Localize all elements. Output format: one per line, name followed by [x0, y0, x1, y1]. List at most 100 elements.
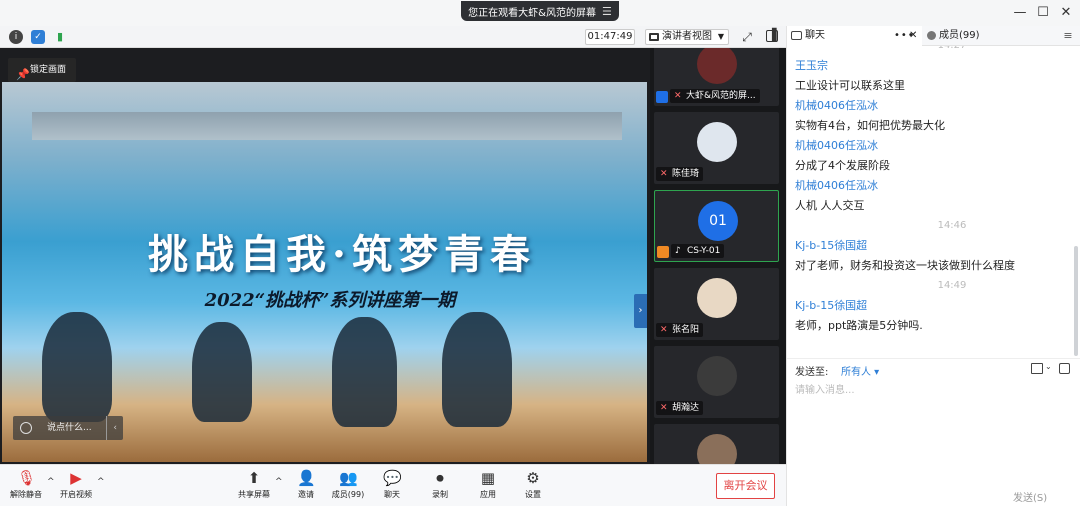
reaction-placeholder: 说点什么... [47, 423, 92, 433]
shared-screen-view[interactable]: 📌 锁定画面 挑战自我·筑梦青春 2022“挑战杯”系列讲座第一期 说点什么..… [0, 48, 650, 464]
avatar [697, 278, 737, 318]
mic-muted-icon: ✕ [674, 91, 682, 101]
participant-tile[interactable] [654, 424, 779, 464]
message-text: 对了老师，财务和投资这一块该做到什么程度 [795, 259, 1015, 272]
avatar [697, 122, 737, 162]
tab-members[interactable]: 成员(99) [923, 26, 1053, 46]
close-icon[interactable]: ✕ [909, 26, 917, 46]
menu-icon[interactable]: ☰ [602, 5, 612, 18]
record-icon: ⏺ [436, 469, 444, 487]
mic-muted-icon: ✕ [660, 325, 668, 335]
view-mode-select[interactable]: 演讲者视图 ▼ [645, 29, 729, 45]
message-sender[interactable]: 机械0406任泓冰 [787, 96, 1077, 116]
title-bar: 您正在观看大虾&风范的屏幕 ☰ — ☐ ✕ [0, 0, 1080, 26]
info-icon[interactable]: i [9, 30, 23, 44]
participant-name: 张名阳 [672, 325, 700, 335]
file-icon[interactable] [1031, 363, 1043, 374]
message-sender[interactable]: Kj-b-15徐国超 [787, 236, 1077, 256]
tab-members-label: 成员(99) [939, 30, 980, 41]
message-sender[interactable]: Kj-b-15徐国超 [787, 296, 1077, 316]
start-video-label: 开启视频 [60, 490, 92, 499]
participant-tile[interactable]: ✕ 大虾&风范的屏... [654, 48, 779, 106]
participant-tile[interactable]: ✕ 胡瀚达 [654, 346, 779, 418]
invite-button[interactable]: 👤 邀请 [282, 469, 330, 503]
leave-meeting-button[interactable]: 离开会议 [716, 473, 775, 499]
lock-screen-button[interactable]: 📌 锁定画面 [8, 58, 77, 82]
mic-icon: ♪ [675, 246, 681, 256]
share-banner[interactable]: 您正在观看大虾&风范的屏幕 ☰ [461, 1, 619, 21]
share-screen-button[interactable]: ⬆ 共享屏幕 [230, 469, 278, 503]
reaction-input[interactable]: 说点什么... ‹ [13, 416, 123, 440]
message-text: 实物有4台，如何把优势最大化 [795, 119, 945, 132]
message-sender[interactable]: 王玉宗 [787, 56, 1077, 76]
participant-strip: ✕ 大虾&风范的屏... ✕ 陈佳琦 01 ♪ CS-Y-01 ✕ 张名阳 ✕ … [650, 48, 786, 464]
slide-title: 挑战自我·筑梦青春 [148, 231, 536, 278]
settings-button[interactable]: ⚙ 设置 [509, 469, 557, 503]
message-time: 14:46 [937, 220, 967, 231]
message-sender[interactable]: 机械0406任泓冰 [787, 176, 1077, 196]
message-text: 老师，ppt路演是5分钟吗. [795, 319, 923, 332]
close-icon[interactable]: ✕ [1057, 4, 1075, 22]
chevron-up-icon[interactable]: ^ [97, 477, 105, 487]
record-button[interactable]: ⏺ 录制 [416, 469, 464, 503]
participant-name: 胡瀚达 [672, 403, 700, 413]
participant-tile[interactable]: ✕ 陈佳琦 [654, 112, 779, 184]
send-to-value: 所有人 [841, 367, 871, 378]
maximize-icon[interactable]: ☐ [1034, 4, 1052, 22]
slide-silhouette [42, 312, 112, 422]
avatar: 01 [698, 201, 738, 241]
message-text: 工业设计可以联系这里 [795, 79, 905, 92]
members-icon [927, 31, 936, 40]
tab-chat[interactable]: 聊天 ••• ✕ [787, 26, 922, 46]
message-sender[interactable]: 机械0406任泓冰 [787, 136, 1077, 156]
view-mode-label: 演讲者视图 [662, 31, 712, 42]
chevron-down-icon[interactable]: ⌄ [1045, 362, 1052, 371]
meeting-timer: 01:47:49 [585, 29, 635, 45]
sidebar-toggle-icon[interactable]: ▐ [766, 29, 778, 42]
shield-icon[interactable]: ✓ [31, 30, 45, 44]
participant-tile[interactable]: 01 ♪ CS-Y-01 [654, 190, 779, 262]
fullscreen-icon[interactable]: ⤢ [740, 30, 754, 44]
mic-muted-icon: ✕ [660, 403, 668, 413]
participant-name: 陈佳琦 [672, 169, 700, 179]
send-button[interactable]: 发送(S) [1013, 489, 1047, 504]
send-to-label: 发送至: [795, 367, 829, 378]
meeting-top-toolbar: i ✓ ▮ 01:47:49 演讲者视图 ▼ ⤢ ▐ [0, 26, 786, 48]
chat-message-list[interactable]: 14:27 王玉宗 工业设计可以联系这里 机械0406任泓冰 实物有4台，如何把… [787, 46, 1077, 366]
message-text: 分成了4个发展阶段 [795, 159, 890, 172]
panel-menu-icon[interactable]: ≡ [1057, 26, 1079, 46]
participant-name: CS-Y-01 [687, 246, 721, 256]
chat-button[interactable]: 💬 聊天 [368, 469, 416, 503]
message-time: 14:27 [787, 46, 1077, 56]
signal-icon[interactable]: ▮ [53, 30, 67, 44]
collapse-strip-button[interactable]: › [634, 294, 647, 328]
participant-tile[interactable]: ✕ 张名阳 [654, 268, 779, 340]
chat-icon [791, 31, 802, 40]
host-badge [657, 246, 669, 258]
avatar [697, 48, 737, 84]
unmute-button[interactable]: 🎙 解除静音 [2, 469, 50, 503]
mic-muted-icon: ✕ [660, 169, 668, 179]
members-button[interactable]: 👥 成员(99) [324, 469, 372, 503]
apps-label: 应用 [480, 490, 496, 499]
chevron-left-icon[interactable]: ‹ [106, 416, 117, 440]
chat-tabs: 聊天 ••• ✕ 成员(99) ≡ [787, 26, 1080, 46]
start-video-button[interactable]: ▶ 开启视频 [52, 469, 100, 503]
chat-scrollbar[interactable] [1074, 246, 1078, 356]
share-banner-text: 您正在观看大虾&风范的屏幕 [468, 7, 596, 19]
gear-icon: ⚙ [526, 469, 540, 487]
send-to-select[interactable]: 所有人 ▾ [841, 363, 879, 378]
chat-compose-area: 发送至: 所有人 ▾ ⌄ 发送(S) [787, 358, 1080, 506]
lock-screen-label: 锁定画面 [30, 65, 67, 75]
chevron-down-icon: ▼ [717, 32, 724, 41]
settings-label: 设置 [525, 490, 541, 499]
emoji-icon[interactable] [20, 422, 32, 434]
save-icon[interactable] [1059, 363, 1070, 374]
apps-button[interactable]: ▦ 应用 [464, 469, 512, 503]
minimize-icon[interactable]: — [1011, 4, 1029, 22]
camera-off-icon: ▶ [70, 469, 82, 487]
participant-nametag: ✕ 张名阳 [656, 323, 704, 337]
add-user-icon: 👤 [297, 469, 316, 487]
chat-input[interactable] [795, 381, 1065, 481]
participant-nametag: ✕ 大虾&风范的屏... [670, 89, 760, 103]
